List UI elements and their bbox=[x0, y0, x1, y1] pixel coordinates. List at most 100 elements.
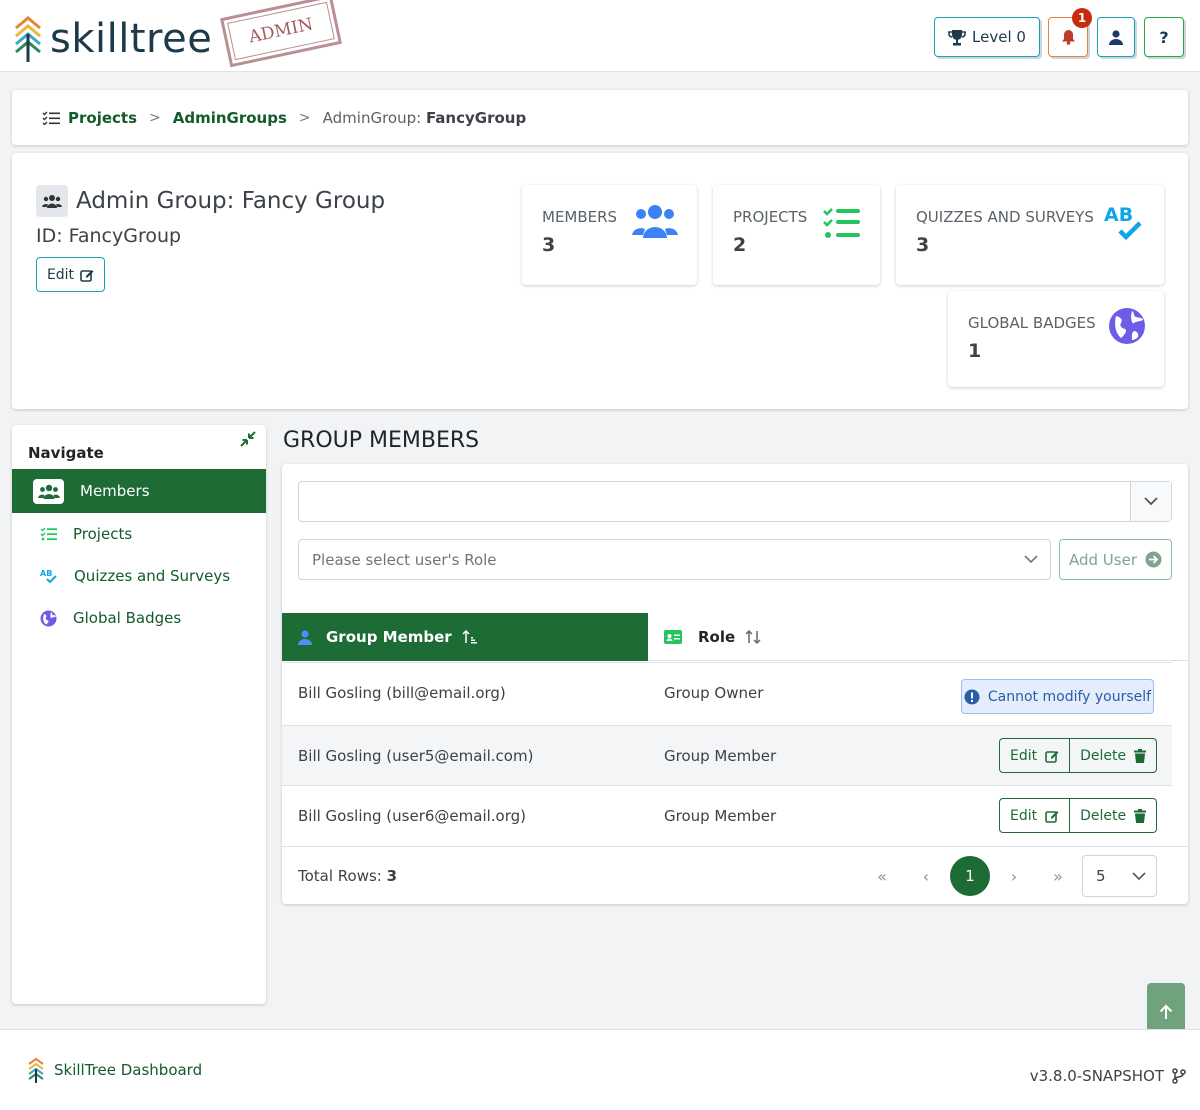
stat-members: Members 3 bbox=[522, 185, 697, 285]
member-role: Group Member bbox=[664, 747, 777, 765]
arrow-up-icon bbox=[1159, 1004, 1173, 1019]
add-user-label: Add User bbox=[1069, 550, 1137, 569]
total-rows: Total Rows: 3 bbox=[298, 867, 397, 885]
edit-member-button[interactable]: Edit bbox=[1000, 799, 1069, 832]
breadcrumb-projects-link[interactable]: Projects bbox=[68, 109, 137, 127]
first-page-button[interactable]: « bbox=[862, 856, 902, 896]
per-page-value: 5 bbox=[1096, 867, 1106, 885]
stat-value: 1 bbox=[968, 340, 982, 362]
breadcrumb-admingroups-link[interactable]: AdminGroups bbox=[173, 109, 287, 127]
sidebar-item-label: Projects bbox=[73, 525, 133, 543]
help-button[interactable]: ? bbox=[1144, 17, 1184, 57]
role-select[interactable]: Please select user's Role bbox=[298, 539, 1051, 580]
delete-member-button[interactable]: Delete bbox=[1069, 799, 1156, 832]
table-footer: Total Rows: 3 « ‹ 1 › » 5 bbox=[282, 846, 1188, 904]
group-title-text: Admin Group: Fancy Group bbox=[76, 188, 386, 214]
total-rows-value: 3 bbox=[386, 867, 398, 885]
row-actions: Edit Delete bbox=[999, 738, 1158, 773]
total-rows-label: Total Rows: bbox=[298, 867, 387, 885]
member-name: Bill Gosling (user5@email.com) bbox=[298, 747, 534, 765]
section-title: GROUP MEMBERS bbox=[283, 428, 480, 453]
group-id: ID: FancyGroup bbox=[36, 225, 182, 247]
users-icon bbox=[33, 478, 64, 504]
row-actions: Edit Delete bbox=[999, 798, 1158, 833]
delete-label: Delete bbox=[1080, 747, 1127, 764]
role-placeholder: Please select user's Role bbox=[312, 550, 497, 569]
footer-brand-text: SkillTree Dashboard bbox=[54, 1061, 203, 1079]
per-page-select[interactable]: 5 bbox=[1082, 855, 1157, 897]
trophy-icon bbox=[948, 29, 966, 45]
chevron-down-icon bbox=[1132, 872, 1146, 881]
column-header-label: Group Member bbox=[326, 628, 452, 646]
arrow-circle-right-icon bbox=[1145, 551, 1162, 568]
tree-logo-icon bbox=[15, 16, 41, 62]
edit-label: Edit bbox=[1010, 807, 1038, 824]
sidebar-item-quizzes[interactable]: AB Quizzes and Surveys bbox=[12, 554, 266, 598]
footer-brand-link[interactable]: SkillTree Dashboard bbox=[28, 1057, 202, 1083]
table-row: Bill Gosling (user6@email.org) Group Mem… bbox=[282, 785, 1172, 846]
code-branch-icon bbox=[1172, 1068, 1186, 1084]
member-role: Group Owner bbox=[664, 684, 764, 702]
tree-logo-icon bbox=[28, 1057, 44, 1083]
edit-icon bbox=[1045, 810, 1059, 823]
cannot-modify-text: Cannot modify yourself bbox=[987, 688, 1152, 705]
page-footer: SkillTree Dashboard v3.8.0-SNAPSHOT bbox=[0, 1029, 1200, 1110]
sidebar-item-label: Members bbox=[80, 482, 150, 500]
breadcrumb: Projects > AdminGroups > AdminGroup: Fan… bbox=[12, 90, 1188, 145]
sidebar-item-label: Global Badges bbox=[73, 609, 182, 627]
users-icon bbox=[36, 185, 68, 217]
column-header-role[interactable]: Role bbox=[648, 613, 1188, 661]
edit-icon bbox=[80, 269, 94, 282]
stat-quizzes: Quizzes and Surveys 3 AB bbox=[896, 185, 1164, 285]
add-user-button[interactable]: Add User bbox=[1059, 539, 1172, 580]
svg-text:AB: AB bbox=[1104, 204, 1133, 226]
user-icon bbox=[298, 629, 312, 645]
nav-heading: Navigate bbox=[28, 444, 104, 462]
prev-page-button[interactable]: ‹ bbox=[906, 856, 946, 896]
next-page-button[interactable]: › bbox=[994, 856, 1034, 896]
user-select-input[interactable] bbox=[298, 481, 1172, 522]
group-members-card: Please select user's Role Add User Group… bbox=[282, 464, 1188, 904]
version-text: v3.8.0-SNAPSHOT bbox=[1029, 1067, 1164, 1085]
sidebar-item-global-badges[interactable]: Global Badges bbox=[12, 596, 266, 640]
stat-label: Projects bbox=[733, 208, 808, 226]
table-row: Bill Gosling (bill@email.org) Group Owne… bbox=[282, 662, 1172, 725]
level-button[interactable]: Level 0 bbox=[934, 17, 1040, 57]
sort-ascending-icon bbox=[462, 629, 477, 644]
id-card-icon bbox=[664, 629, 682, 644]
delete-label: Delete bbox=[1080, 807, 1127, 824]
globe-icon bbox=[40, 610, 57, 626]
user-icon bbox=[1109, 29, 1123, 45]
edit-group-button[interactable]: Edit bbox=[36, 257, 105, 292]
last-page-button[interactable]: » bbox=[1038, 856, 1078, 896]
stat-global-badges: Global Badges 1 bbox=[948, 291, 1164, 387]
stat-value: 2 bbox=[733, 234, 747, 256]
member-name: Bill Gosling (bill@email.org) bbox=[298, 684, 506, 702]
page-button-current[interactable]: 1 bbox=[950, 856, 990, 896]
sidebar-item-members[interactable]: Members bbox=[12, 469, 266, 513]
admin-stamp-text: ADMIN bbox=[247, 14, 315, 48]
user-menu-button[interactable] bbox=[1097, 17, 1135, 57]
group-header-card: Admin Group: Fancy Group ID: FancyGroup … bbox=[12, 153, 1188, 409]
chevron-right-icon: > bbox=[149, 109, 161, 126]
stat-label: Members bbox=[542, 208, 618, 226]
bell-icon bbox=[1061, 30, 1075, 45]
sidebar-item-projects[interactable]: Projects bbox=[12, 512, 266, 556]
spell-check-icon: AB bbox=[40, 569, 57, 584]
dropdown-toggle[interactable] bbox=[1130, 482, 1171, 521]
skilltree-logo[interactable]: skilltree bbox=[14, 14, 212, 64]
column-header-group-member[interactable]: Group Member bbox=[282, 613, 648, 661]
breadcrumb-current-value: FancyGroup bbox=[425, 108, 527, 127]
top-navbar: skilltree ADMIN Level 0 1 ? bbox=[0, 0, 1200, 72]
collapse-icon[interactable] bbox=[240, 431, 256, 447]
spell-check-icon: AB bbox=[1104, 204, 1142, 241]
chevron-down-icon bbox=[1144, 497, 1158, 506]
level-label: Level 0 bbox=[972, 28, 1026, 46]
delete-member-button[interactable]: Delete bbox=[1069, 739, 1156, 772]
table-row: Bill Gosling (user5@email.com) Group Mem… bbox=[282, 725, 1172, 785]
tasks-list-icon bbox=[40, 527, 57, 541]
svg-text:AB: AB bbox=[40, 569, 52, 578]
tasks-list-icon bbox=[42, 111, 60, 125]
edit-member-button[interactable]: Edit bbox=[1000, 739, 1069, 772]
member-name: Bill Gosling (user6@email.org) bbox=[298, 807, 527, 825]
